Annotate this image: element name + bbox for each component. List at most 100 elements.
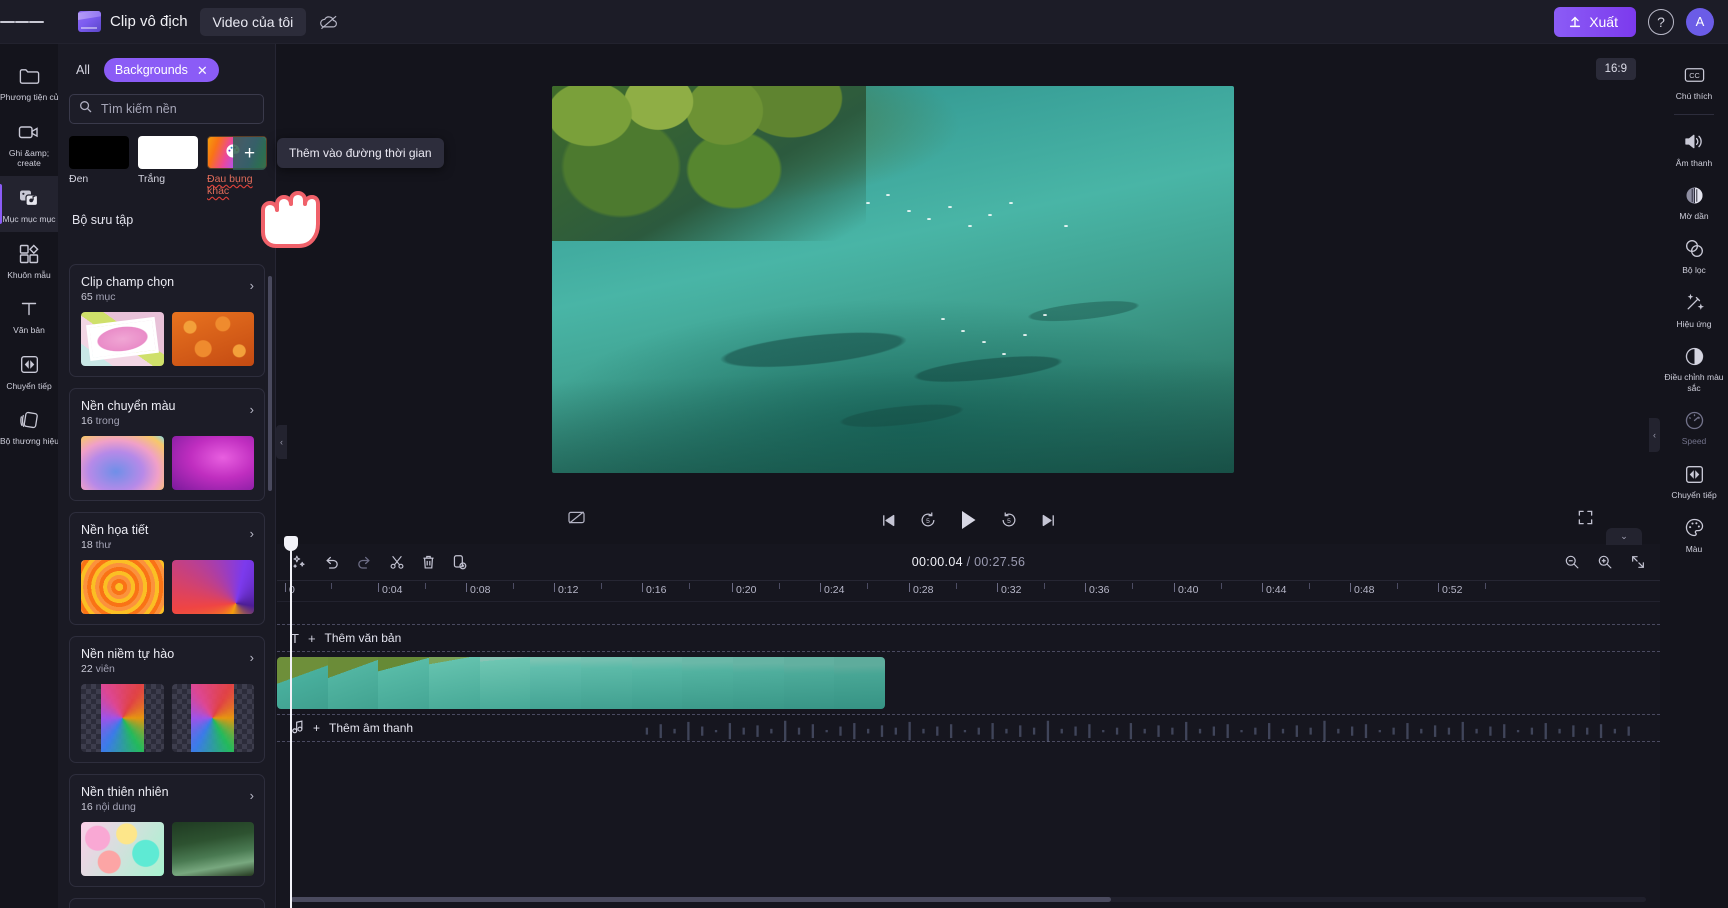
right-item-label: Hiệu ứng	[1676, 318, 1712, 329]
right-item-color[interactable]: Màu	[1660, 507, 1728, 561]
sidebar-item-text[interactable]: Văn bản	[0, 287, 58, 343]
cloud-off-icon[interactable]	[314, 7, 344, 37]
timeline-ruler[interactable]: 0 0:04 0:08 0:12 0:16 0:20 0:24 0:28 0:3…	[277, 580, 1660, 602]
swatch-custom-color[interactable]: + Đau bụng khác	[207, 136, 267, 197]
collection-card[interactable]: Nền thiên nhiên 16 nội dung ›	[69, 774, 265, 887]
right-item-effects[interactable]: Hiệu ứng	[1660, 282, 1728, 336]
card-title: Nền họa tiết	[81, 523, 149, 537]
thumbnail[interactable]	[81, 684, 164, 752]
right-item-fade[interactable]: Mờ dần	[1660, 174, 1728, 228]
filter-all[interactable]: All	[72, 60, 94, 80]
skip-start-icon[interactable]	[880, 512, 897, 529]
transitions-icon	[0, 352, 58, 378]
thumbnail[interactable]	[171, 312, 254, 366]
thumbnail[interactable]	[171, 560, 254, 614]
hamburger-icon[interactable]	[0, 0, 45, 44]
right-item-label: Mờ dần	[1679, 211, 1709, 222]
clipchamp-logo-icon	[78, 11, 101, 32]
right-item-color-adjust[interactable]: Điều chỉnh màu sắc	[1660, 335, 1728, 399]
filter-chip-backgrounds[interactable]: Backgrounds ✕	[103, 58, 219, 82]
right-item-label: Bộ lọc	[1682, 264, 1706, 275]
export-label: Xuất	[1589, 13, 1618, 30]
clipchamp-editor: Clip vô địch Video của tôi Xuất ? A Phươ…	[0, 0, 1728, 908]
thumbnail[interactable]	[81, 436, 164, 490]
sidebar-item-transitions[interactable]: Chuyển tiếp	[0, 343, 58, 399]
thumbnail[interactable]	[171, 822, 254, 876]
swatch-black[interactable]: Đen	[69, 136, 129, 197]
collection-card[interactable]: Nền chuyển màu 16 trong ›	[69, 388, 265, 501]
search-box[interactable]	[69, 94, 264, 124]
skip-end-icon[interactable]	[1040, 512, 1057, 529]
right-item-label: Âm thanh	[1675, 157, 1713, 168]
collection-card[interactable]: Nền niềm tự hào 22 viên ›	[69, 636, 265, 763]
avatar[interactable]: A	[1686, 7, 1714, 36]
magic-wand-icon[interactable]	[291, 554, 307, 570]
chevron-right-icon[interactable]: ›	[250, 788, 254, 803]
card-unit: thư	[95, 539, 112, 551]
zoom-out-icon[interactable]	[1564, 554, 1580, 570]
card-unit: trong	[95, 415, 120, 427]
add-audio-track[interactable]: + Thêm âm thanh	[277, 714, 1660, 742]
fit-timeline-icon[interactable]	[1630, 554, 1646, 570]
sidebar-item-templates[interactable]: Khuôn mẫu	[0, 232, 58, 288]
video-preview[interactable]	[552, 86, 1234, 473]
split-scissors-icon[interactable]	[389, 554, 405, 571]
rewind-5-icon[interactable]: 5	[919, 511, 937, 529]
sidebar-item-your-media[interactable]: Phương tiện của bạn	[0, 54, 80, 110]
chevron-down-icon[interactable]: ⌄	[1606, 528, 1642, 545]
sidebar-item-label: Khuôn mẫu	[7, 269, 51, 280]
panel-scrollbar[interactable]	[268, 276, 272, 491]
right-item-speed[interactable]: Speed	[1660, 399, 1728, 453]
timeline-hscrollbar[interactable]	[291, 897, 1111, 902]
chevron-right-icon[interactable]: ›	[250, 526, 254, 541]
collections-scroll-area[interactable]: Clip champ chọn 65 mục › Nền chuyển màu …	[58, 264, 276, 908]
aspect-ratio-badge[interactable]: 16:9	[1595, 58, 1636, 80]
zoom-in-icon[interactable]	[1597, 554, 1613, 570]
help-icon[interactable]: ?	[1648, 8, 1674, 35]
chevron-right-icon[interactable]: ›	[250, 650, 254, 665]
collapse-panel-button[interactable]: ‹	[276, 425, 287, 459]
thumbnail[interactable]	[81, 312, 164, 366]
right-item-filters[interactable]: Bộ lọc	[1660, 228, 1728, 282]
right-item-transitions[interactable]: Chuyển tiếp	[1660, 453, 1728, 507]
video-clip[interactable]	[277, 657, 885, 709]
collection-card[interactable]: Clip champ chọn 65 mục ›	[69, 264, 265, 377]
swatch-label: Đen	[69, 173, 89, 185]
sidebar-item-label: Phương tiện của bạn	[0, 92, 80, 102]
export-button[interactable]: Xuất	[1554, 6, 1636, 37]
search-input[interactable]	[101, 102, 254, 116]
add-text-track[interactable]: T + Thêm văn bản	[277, 624, 1660, 652]
project-tab[interactable]: Video của tôi	[199, 7, 307, 36]
play-icon[interactable]	[959, 509, 978, 531]
fullscreen-icon[interactable]	[1577, 509, 1594, 531]
sidebar-item-record-create[interactable]: Ghi &amp; create	[0, 110, 58, 176]
right-item-audio[interactable]: Âm thanh	[1660, 121, 1728, 175]
thumbnail[interactable]	[81, 822, 164, 876]
collapse-right-panel-button[interactable]: ‹	[1649, 418, 1660, 452]
delete-trash-icon[interactable]	[421, 554, 436, 571]
playhead[interactable]	[284, 536, 298, 908]
close-icon[interactable]: ✕	[197, 64, 208, 77]
sidebar-item-brand-kit[interactable]: Bộ thương hiệu	[0, 398, 59, 454]
right-item-captions[interactable]: CC Chú thích	[1660, 54, 1728, 108]
thumbnail[interactable]	[81, 560, 164, 614]
playhead-knob[interactable]	[284, 536, 298, 551]
collection-card[interactable]: 3D backgrounds	[69, 898, 265, 908]
thumbnail[interactable]	[171, 436, 254, 490]
chevron-right-icon[interactable]: ›	[250, 402, 254, 417]
chevron-right-icon[interactable]: ›	[250, 278, 254, 293]
captions-off-icon[interactable]	[567, 510, 586, 530]
sidebar-item-stock-media[interactable]: Mục mục mục	[0, 175, 58, 232]
speed-gauge-icon	[1660, 408, 1728, 432]
add-plus-icon[interactable]: +	[233, 137, 266, 170]
swatch-white[interactable]: Trắng	[138, 136, 198, 197]
ruler-label: 0:36	[1089, 584, 1110, 596]
undo-icon[interactable]	[323, 554, 340, 570]
forward-5-icon[interactable]: 5	[1000, 511, 1018, 529]
brand[interactable]: Clip vô địch	[78, 11, 188, 32]
duplicate-icon[interactable]	[452, 554, 467, 571]
redo-icon[interactable]	[356, 554, 373, 570]
collection-card[interactable]: Nền họa tiết 18 thư ›	[69, 512, 265, 625]
thumbnail[interactable]	[171, 684, 254, 752]
right-item-label: Speed	[1681, 436, 1707, 447]
